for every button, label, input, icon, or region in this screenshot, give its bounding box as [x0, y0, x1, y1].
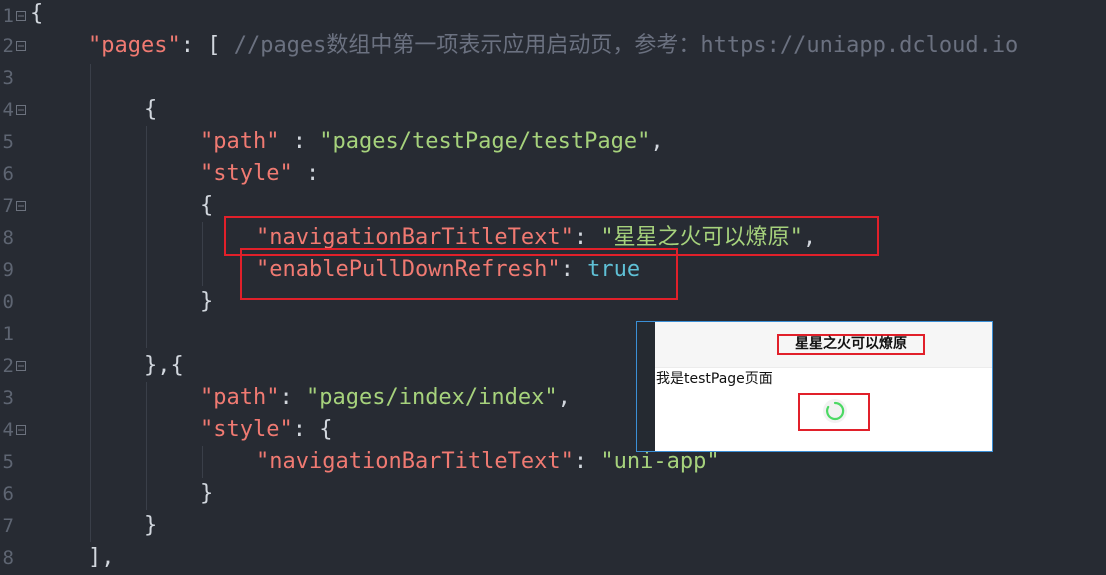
line-number: 3	[2, 387, 14, 409]
json-key: "navigationBarTitleText"	[256, 449, 574, 474]
refresh-spinner-box	[798, 393, 870, 431]
line-number: 4	[2, 419, 14, 441]
punctuation: :	[573, 449, 601, 474]
punctuation: : [	[180, 33, 234, 58]
punctuation: :	[292, 161, 320, 186]
json-key: "pages"	[88, 33, 181, 58]
code-line: ],	[88, 542, 115, 574]
fold-toggle-icon[interactable]	[16, 105, 26, 115]
code-line: {	[30, 0, 43, 30]
code-line: "path": "pages/index/index",	[200, 382, 571, 414]
code-comment: //pages数组中第一项表示应用启动页，参考：https://uniapp.d…	[233, 33, 1019, 58]
json-key: "style"	[200, 161, 293, 186]
brace: {	[30, 1, 44, 26]
brace: }	[200, 481, 214, 506]
brace: },{	[144, 353, 184, 378]
code-line: }	[200, 286, 213, 318]
indent-guide	[90, 64, 91, 542]
code-line: {	[144, 94, 157, 126]
code-line: }	[200, 478, 213, 510]
brace: }	[200, 289, 214, 314]
code-line: "path" : "pages/testPage/testPage",	[200, 126, 664, 158]
punctuation: ,	[557, 385, 571, 410]
preview-side-strip	[637, 322, 655, 451]
brace: }	[144, 513, 158, 538]
code-line: },{	[144, 350, 184, 382]
line-number: 3	[2, 67, 14, 89]
line-number: 7	[2, 195, 14, 217]
json-string: "pages/testPage/testPage"	[319, 129, 651, 154]
line-number: 2	[2, 355, 14, 377]
code-line: {	[200, 190, 213, 222]
brace: {	[200, 193, 214, 218]
line-number: 9	[2, 259, 14, 281]
indent-guide	[202, 222, 203, 286]
indent-guide	[146, 382, 147, 510]
punctuation: :	[279, 385, 306, 410]
preview-nav-bar: 星星之火可以燎原	[655, 322, 992, 368]
line-number: 6	[2, 483, 14, 505]
brace: {	[144, 97, 158, 122]
punctuation: :	[279, 129, 320, 154]
indent-guide	[202, 446, 203, 478]
line-number: 8	[2, 547, 14, 569]
line-number: 5	[2, 451, 14, 473]
indent-guide	[146, 126, 147, 348]
preview-page-text: 我是testPage页面	[656, 371, 773, 387]
line-number: 1	[2, 5, 14, 27]
brace: ],	[88, 545, 115, 570]
punctuation: ,	[650, 129, 664, 154]
app-preview: 星星之火可以燎原 我是testPage页面	[636, 321, 993, 452]
preview-nav-title: 星星之火可以燎原	[777, 334, 925, 355]
highlight-box-pulldown	[240, 248, 678, 300]
json-key: "path"	[200, 129, 280, 154]
fold-toggle-icon[interactable]	[16, 201, 26, 211]
fold-toggle-icon[interactable]	[16, 11, 26, 21]
code-line: "pages": [ //pages数组中第一项表示应用启动页，参考：https…	[88, 30, 1018, 62]
refresh-spinner-icon	[822, 398, 848, 424]
code-line: "style": {	[200, 414, 332, 446]
line-number: 2	[2, 35, 14, 57]
line-number: 4	[2, 99, 14, 121]
json-key: "style"	[200, 417, 293, 442]
fold-toggle-icon[interactable]	[16, 425, 26, 435]
fold-toggle-icon[interactable]	[16, 41, 26, 51]
line-number: 8	[2, 227, 14, 249]
line-number: 7	[2, 515, 14, 537]
json-string: "pages/index/index"	[305, 385, 558, 410]
line-number: 6	[2, 163, 14, 185]
line-number-gutter: 1 2 3 4 5 6 7 8 9 0 1 2 3 4 5 6 7 8	[0, 0, 30, 575]
line-number: 1	[2, 323, 14, 345]
json-key: "path"	[200, 385, 280, 410]
line-number: 5	[2, 131, 14, 153]
line-number: 0	[2, 291, 14, 313]
code-line: }	[144, 510, 157, 542]
json-string: "uni-app"	[600, 449, 720, 474]
code-line: "style" :	[200, 158, 319, 190]
fold-toggle-icon[interactable]	[16, 361, 26, 371]
punctuation: : {	[292, 417, 333, 442]
code-editor[interactable]: 1 2 3 4 5 6 7 8 9 0 1 2 3 4 5 6 7 8 { "p…	[0, 0, 1106, 575]
